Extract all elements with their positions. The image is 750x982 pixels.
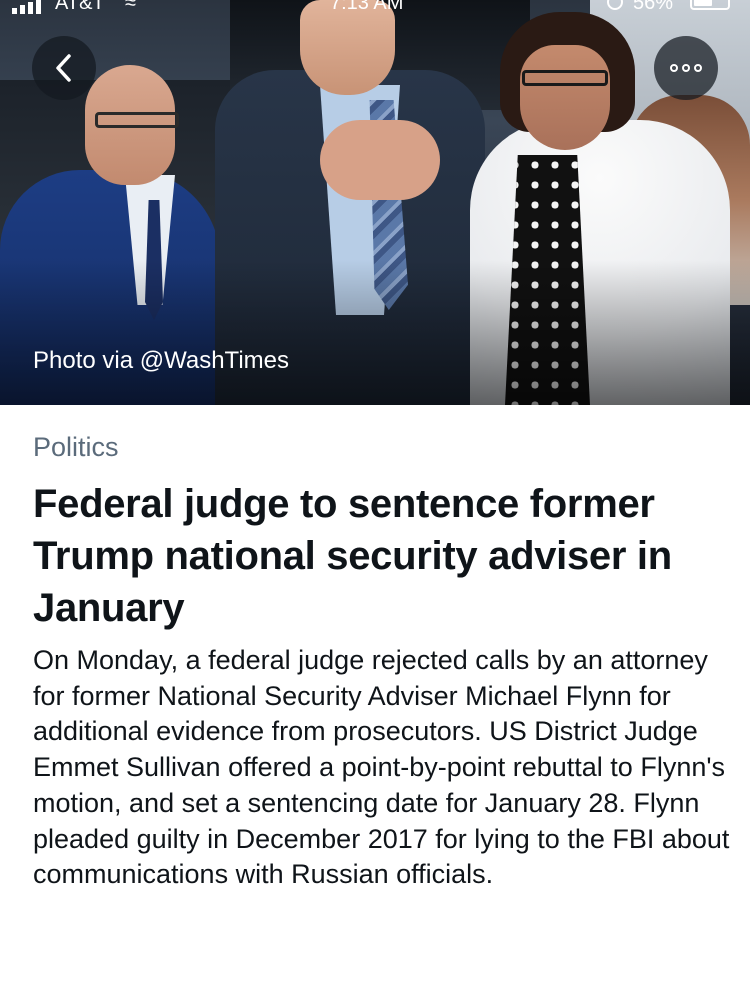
article-category[interactable]: Politics — [33, 432, 119, 463]
hero-image — [0, 0, 750, 405]
chevron-left-icon — [56, 54, 71, 82]
more-horizontal-icon — [670, 64, 702, 72]
battery-icon — [690, 0, 730, 10]
wifi-icon: ≈ — [125, 0, 136, 14]
back-button[interactable] — [32, 36, 96, 100]
status-bar: AT&T ≈ 7:13 AM 56% — [0, 0, 750, 16]
carrier-name: AT&T — [55, 0, 105, 14]
article-headline: Federal judge to sentence former Trump n… — [33, 482, 672, 630]
photo-credit: Photo via @WashTimes — [33, 347, 289, 374]
article-summary: On Monday, a federal judge rejected call… — [33, 645, 730, 890]
signal-icon — [12, 0, 41, 14]
clock: 7:13 AM — [330, 0, 404, 14]
more-options-button[interactable] — [654, 36, 718, 100]
battery-percent: 56% — [633, 0, 674, 14]
orientation-lock-icon — [607, 0, 623, 10]
